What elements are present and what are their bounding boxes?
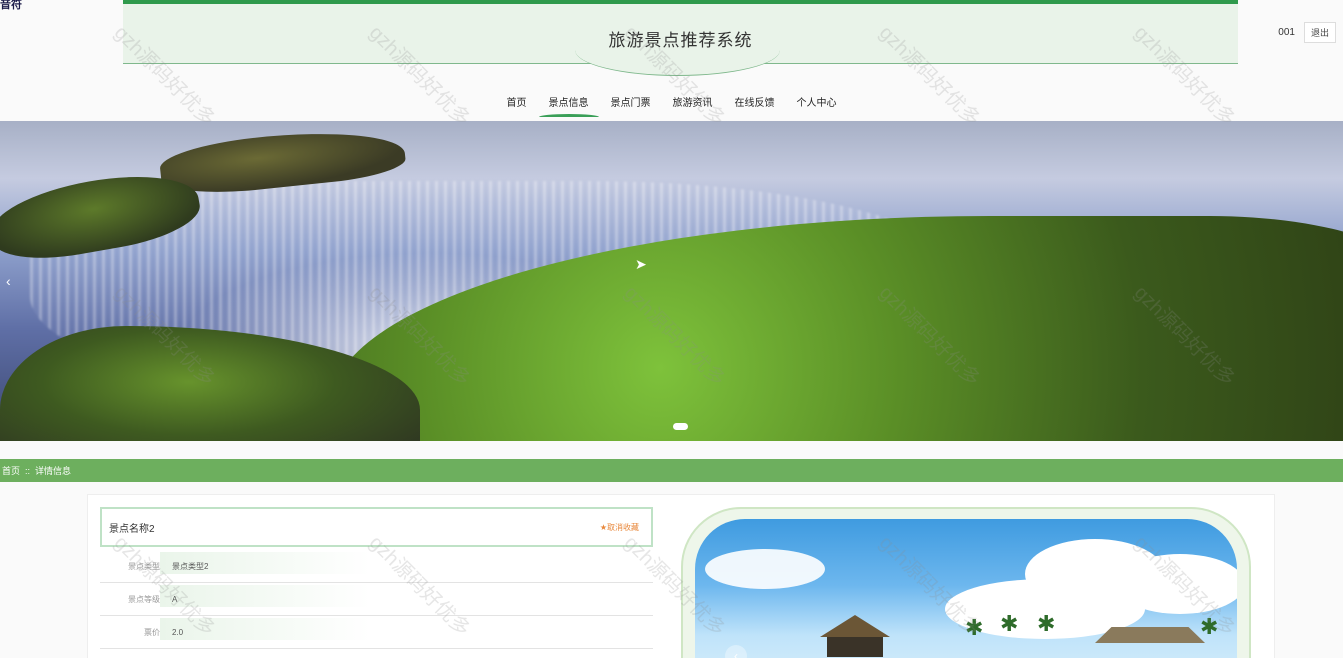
spot-name: 景点名称2 xyxy=(109,523,155,535)
field-value: 景点类型2 xyxy=(172,561,209,571)
field-label: 票价 xyxy=(144,627,160,637)
breadcrumb-home[interactable]: 首页 xyxy=(2,464,20,477)
nav-item-tickets[interactable]: 景点门票 xyxy=(611,94,651,117)
site-title: 旅游景点推荐系统 xyxy=(608,31,753,50)
resort-photo: ✱ ✱ ✱ ✱ ‹ xyxy=(695,519,1237,658)
nav-item-home[interactable]: 首页 xyxy=(507,94,527,117)
nav-item-profile[interactable]: 个人中心 xyxy=(797,94,837,117)
spot-name-box: 景点名称2 ★取消收藏 xyxy=(100,507,653,547)
user-area: 001 退出 xyxy=(1278,22,1336,43)
field-label: 景点类型 xyxy=(128,561,160,571)
chevron-left-icon[interactable]: ‹ xyxy=(6,273,11,289)
logout-button[interactable]: 退出 xyxy=(1303,22,1336,43)
corner-label: 音符 xyxy=(0,0,22,11)
info-row: 票价 2.0 xyxy=(100,616,653,649)
carousel-dot-active[interactable] xyxy=(673,423,688,430)
field-label: 景点等级 xyxy=(128,594,160,604)
field-value: A xyxy=(172,594,178,604)
nav-item-news[interactable]: 旅游资讯 xyxy=(673,94,713,117)
mouse-cursor-icon: ➤ xyxy=(635,256,647,272)
breadcrumb-current: 详情信息 xyxy=(35,466,72,476)
photo-carousel[interactable]: ✱ ✱ ✱ ✱ ‹ xyxy=(681,507,1251,658)
info-row: 景点等级 A xyxy=(100,583,653,616)
banner-carousel[interactable]: ‹ ➤ xyxy=(0,121,1343,441)
nav-item-attractions[interactable]: 景点信息 xyxy=(538,94,599,117)
field-value: 2.0 xyxy=(172,627,184,637)
unfavorite-button[interactable]: ★取消收藏 xyxy=(600,522,639,533)
detail-card: 景点名称2 ★取消收藏 景点类型 景点类型2 景点等级 A 票价 2.0 ✱ ✱… xyxy=(87,494,1275,658)
header-bulge xyxy=(575,50,780,76)
info-row: 景点类型 景点类型2 xyxy=(100,550,653,583)
main-nav: 首页 景点信息 景点门票 旅游资讯 在线反馈 个人中心 xyxy=(0,94,1343,117)
username: 001 xyxy=(1278,27,1295,38)
breadcrumb-separator: :: xyxy=(25,465,31,476)
nav-item-feedback[interactable]: 在线反馈 xyxy=(735,94,775,117)
chevron-left-icon[interactable]: ‹ xyxy=(725,645,747,658)
breadcrumb: 首页 :: 详情信息 xyxy=(0,459,1343,482)
